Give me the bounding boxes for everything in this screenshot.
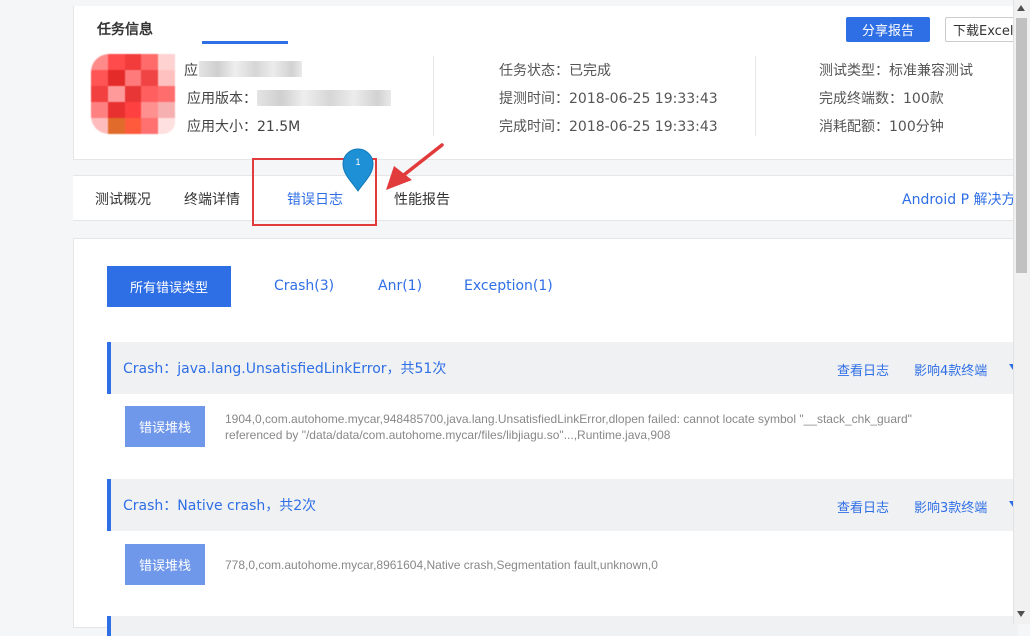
tab-overview[interactable]: 测试概况 <box>95 189 151 209</box>
view-log-link[interactable]: 查看日志 <box>837 360 889 379</box>
task-status: 任务状态：已完成 <box>499 63 611 79</box>
quota-used: 消耗配额：100分钟 <box>819 119 944 135</box>
marker-pin-icon: 1 <box>342 148 374 192</box>
filter-anr[interactable]: Anr(1) <box>378 278 422 294</box>
android-p-solution-link[interactable]: Android P 解决方 <box>902 189 1015 209</box>
marker-number: 1 <box>355 157 360 167</box>
app-icon-pixelated <box>91 54 175 134</box>
stack-line-1a: 1904,0,com.autohome.mycar,948485700,java… <box>225 412 912 426</box>
impact-devices-dropdown[interactable]: 影响4款终端 <box>914 360 987 379</box>
error-header-1[interactable]: Crash：java.lang.UnsatisfiedLinkError，共51… <box>107 342 1018 394</box>
scroll-down-icon[interactable] <box>1017 611 1025 617</box>
finished-devices: 完成终端数：100款 <box>819 91 944 107</box>
tab-device-details[interactable]: 终端详情 <box>184 189 240 209</box>
error-header-3[interactable] <box>107 616 1018 636</box>
filter-exception[interactable]: Exception(1) <box>464 278 553 294</box>
app-name-redacted <box>199 61 302 77</box>
view-log-link[interactable]: 查看日志 <box>837 497 889 516</box>
filter-all-errors-button[interactable]: 所有错误类型 <box>107 266 231 307</box>
finish-time: 完成时间：2018-06-25 19:33:43 <box>499 119 718 135</box>
error-title: Crash：Native crash，共2次 <box>123 498 317 514</box>
app-version-redacted <box>257 90 391 106</box>
app-version-label: 应用版本： <box>187 91 257 107</box>
active-tab-underline <box>202 41 288 44</box>
share-report-button[interactable]: 分享报告 <box>846 17 930 42</box>
stack-line-2a: 778,0,com.autohome.mycar,8961604,Native … <box>225 558 658 572</box>
error-stack-button-2[interactable]: 错误堆栈 <box>125 544 205 585</box>
error-stack-button-1[interactable]: 错误堆栈 <box>125 406 205 447</box>
annotation-arrow-icon <box>386 143 444 190</box>
error-title: Crash：java.lang.UnsatisfiedLinkError，共51… <box>123 361 447 377</box>
error-header-2[interactable]: Crash：Native crash，共2次 查看日志 影响3款终端 <box>107 479 1018 531</box>
scroll-up-icon[interactable] <box>1017 5 1025 11</box>
app-name-label: 应 <box>184 63 198 79</box>
filter-crash[interactable]: Crash(3) <box>274 278 334 294</box>
app-size: 应用大小：21.5M <box>187 119 301 135</box>
error-log-panel: 所有错误类型 Crash(3) Anr(1) Exception(1) Cras… <box>73 238 1018 636</box>
info-divider-2 <box>755 56 756 136</box>
test-type: 测试类型：标准兼容测试 <box>819 63 973 79</box>
submit-time: 提测时间：2018-06-25 19:33:43 <box>499 91 718 107</box>
report-tabs: 测试概况 终端详情 错误日志 性能报告 Android P 解决方 <box>73 175 1017 221</box>
info-divider-1 <box>433 56 434 136</box>
stack-line-1b: referenced by "/data/data/com.autohome.m… <box>225 428 671 442</box>
impact-devices-dropdown[interactable]: 影响3款终端 <box>914 497 987 516</box>
task-info-panel: 任务信息 分享报告 下载Excel报 应 应用版本： 应用大小：21.5M 任务… <box>73 6 1030 160</box>
scrollbar-thumb[interactable] <box>1016 18 1027 273</box>
task-info-title: 任务信息 <box>97 22 153 38</box>
